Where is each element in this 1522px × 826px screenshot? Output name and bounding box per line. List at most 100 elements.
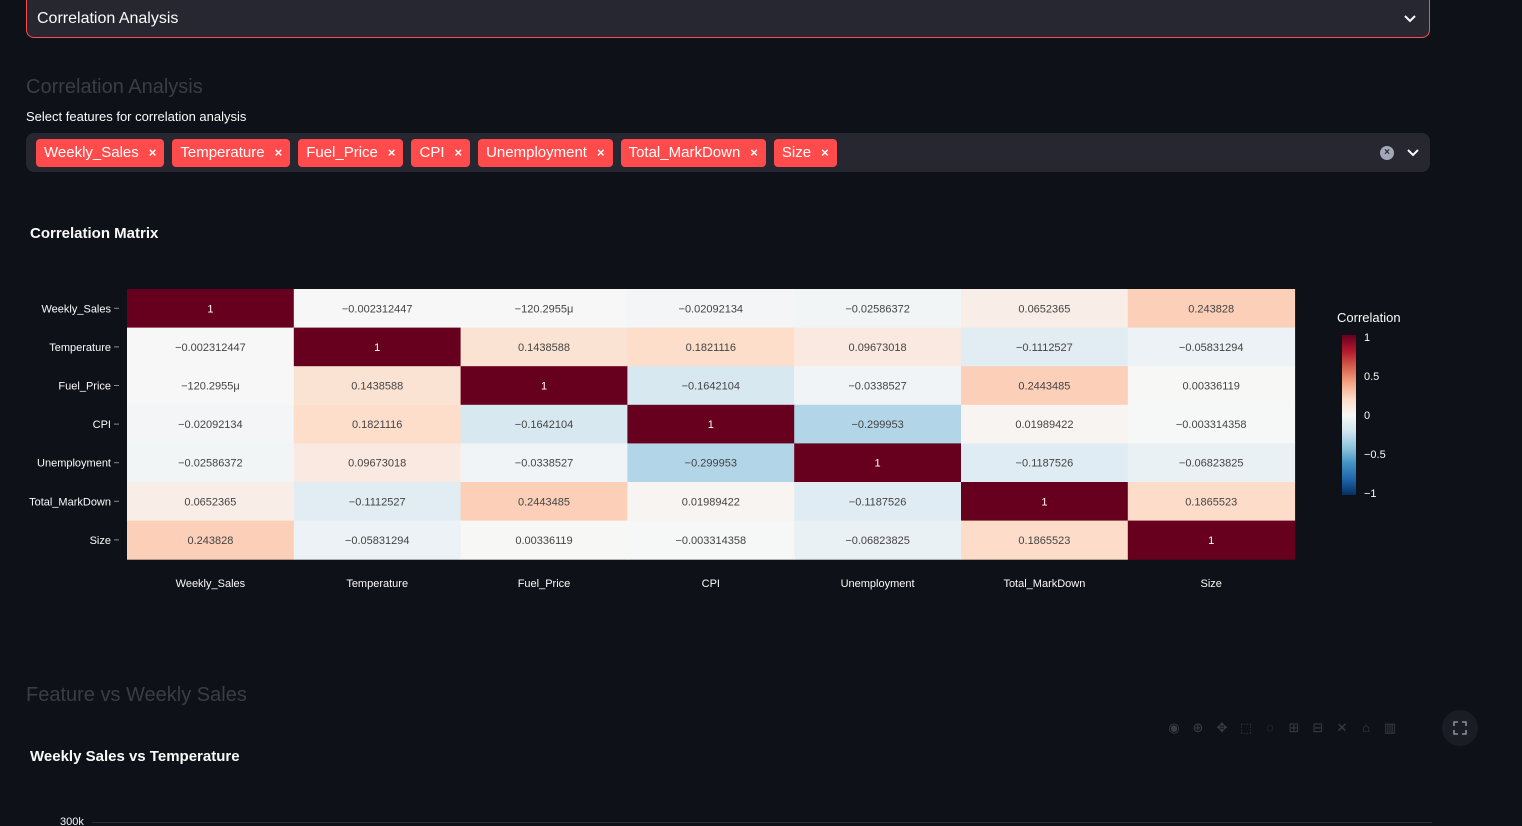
heatmap-cell-label: 1 [1208,535,1214,547]
remove-tag-icon[interactable]: × [597,145,605,160]
heatmap-cell-label: −0.003314358 [675,535,746,547]
colorbar [1342,335,1356,495]
y-tick-label: CPI [93,419,111,431]
y-tick-label: Temperature [49,342,111,354]
heatmap-cell-label: 0.00336119 [515,535,572,547]
fullscreen-button[interactable] [1442,710,1478,746]
zoom-icon[interactable]: ⊕ [1190,720,1206,736]
x-tick-label: Weekly_Sales [176,578,246,590]
heatmap-cell-label: 0.01989422 [682,496,740,508]
heatmap-cell-label: −0.0338527 [848,381,906,393]
remove-tag-icon[interactable]: × [149,145,157,160]
heatmap-cell-label: 0.1438588 [351,381,403,393]
expand-icon [1453,721,1467,735]
heatmap-cell-label: 0.243828 [1188,303,1234,315]
chart-modebar[interactable]: ◉ ⊕ ✥ ⬚ ◌ ⊞ ⊟ ✕ ⌂ ▥ [1166,720,1398,736]
heatmap-cell-label: −0.002312447 [342,303,413,315]
feature-multiselect[interactable]: Weekly_Sales × Temperature × Fuel_Price × CPI ×… [26,133,1430,172]
heatmap-cell-label: −120.2955μ [515,303,574,315]
correlation-heatmap[interactable]: 1 −0.002312447 −120.2955μ −0.02092134 −0.025… [0,270,1440,600]
tag-label: Temperature [180,144,265,161]
y-tick-label: Size [90,535,111,547]
reset-axes-icon[interactable]: ⌂ [1358,720,1374,736]
heatmap-cell-label: 1 [1041,496,1047,508]
heatmap-cell-label: 0.2443485 [518,496,570,508]
colorbar-tick-label: 1 [1364,332,1370,344]
tag-label: Unemployment [486,144,587,161]
heatmap-cell-label: −0.299953 [851,419,903,431]
heatmap-cell-label: 0.1865523 [1018,535,1070,547]
selected-tags: Weekly_Sales × Temperature × Fuel_Price × CPI ×… [36,138,1380,167]
heatmap-cell-label: 1 [875,458,881,470]
heatmap-cell-label: 1 [374,342,380,354]
heatmap-cell-label: −0.003314358 [1176,419,1247,431]
heatmap-cell-label: −0.299953 [685,458,737,470]
remove-tag-icon[interactable]: × [275,145,283,160]
heatmap-cell-label: 0.2443485 [1018,381,1070,393]
lasso-icon[interactable]: ◌ [1262,720,1278,736]
colorbar-tick-label: 0.5 [1364,371,1379,383]
plotly-logo-icon[interactable]: ▥ [1382,720,1398,736]
multiselect-label: Select features for correlation analysis [26,109,247,124]
colorbar-tick-label: 0 [1364,410,1370,422]
heatmap-cell-label: −0.1187526 [1016,458,1074,470]
heatmap-cell-label: 1 [708,419,714,431]
heatmap-cell-label: 0.1438588 [518,342,570,354]
pan-icon[interactable]: ✥ [1214,720,1230,736]
scatter-gridline [92,822,1432,823]
tag-unemployment[interactable]: Unemployment × [478,138,613,167]
autoscale-icon[interactable]: ✕ [1334,720,1350,736]
heatmap-cell-label: 1 [207,303,213,315]
heatmap-cell-label: −0.1187526 [849,496,907,508]
tag-temperature[interactable]: Temperature × [172,138,291,167]
heatmap-cell-label: −0.02092134 [178,419,243,431]
x-tick-label: Size [1200,578,1221,590]
tag-total_markdown[interactable]: Total_MarkDown × [620,138,766,167]
scatter-y-tick: 300k [60,816,84,826]
heatmap-cell-label: −0.06823825 [1179,458,1244,470]
colorbar-title: Correlation [1337,310,1401,325]
y-tick-label: Weekly_Sales [42,303,112,315]
colorbar-tick-label: −1 [1364,488,1377,500]
tag-label: CPI [419,144,445,161]
colorbar-tick-label: −0.5 [1364,449,1386,461]
clear-all-icon[interactable]: × [1380,145,1394,160]
zoom-out-icon[interactable]: ⊟ [1310,720,1326,736]
heatmap-cell-label: 1 [541,381,547,393]
scatter-title: Weekly Sales vs Temperature [30,748,240,765]
remove-tag-icon[interactable]: × [455,145,463,160]
heatmap-cell-label: 0.09673018 [348,458,406,470]
remove-tag-icon[interactable]: × [750,145,758,160]
zoom-in-icon[interactable]: ⊞ [1286,720,1302,736]
tag-fuel_price[interactable]: Fuel_Price × [298,138,404,167]
y-tick-label: Unemployment [37,458,111,470]
remove-tag-icon[interactable]: × [821,145,829,160]
heatmap-cell-label: 0.01989422 [1015,419,1073,431]
heatmap-cell-label: −0.02092134 [679,303,744,315]
tag-cpi[interactable]: CPI × [411,138,471,167]
chevron-down-icon[interactable] [1406,146,1420,160]
tag-label: Fuel_Price [306,144,378,161]
x-tick-label: Total_MarkDown [1003,578,1085,590]
heatmap-cell-label: 0.0652365 [1018,303,1070,315]
heatmap-cell-label: −0.02586372 [845,303,910,315]
heatmap-cell-label: −0.02586372 [178,458,243,470]
y-tick-label: Total_MarkDown [29,496,111,508]
feature-section-heading: Feature vs Weekly Sales [26,684,247,706]
heatmap-cell-label: −0.1112527 [349,496,406,508]
y-tick-label: Fuel_Price [58,381,111,393]
tag-weekly_sales[interactable]: Weekly_Sales × [36,138,165,167]
remove-tag-icon[interactable]: × [388,145,396,160]
section-heading: Correlation Analysis [26,76,203,98]
tag-size[interactable]: Size × [773,138,837,167]
heatmap-cell-label: 0.1821116 [352,419,402,431]
camera-icon[interactable]: ◉ [1166,720,1182,736]
chevron-down-icon[interactable] [1403,12,1417,26]
heatmap-cell-label: 0.0652365 [184,496,236,508]
heatmap-cell-label: −0.0338527 [515,458,573,470]
heatmap-cell-label: −0.1112527 [1016,342,1073,354]
heatmap-cell-label: −120.2955μ [181,381,240,393]
x-tick-label: Temperature [346,578,408,590]
select-box-icon[interactable]: ⬚ [1238,720,1254,736]
correlation-expander[interactable]: Correlation Analysis [26,0,1430,38]
